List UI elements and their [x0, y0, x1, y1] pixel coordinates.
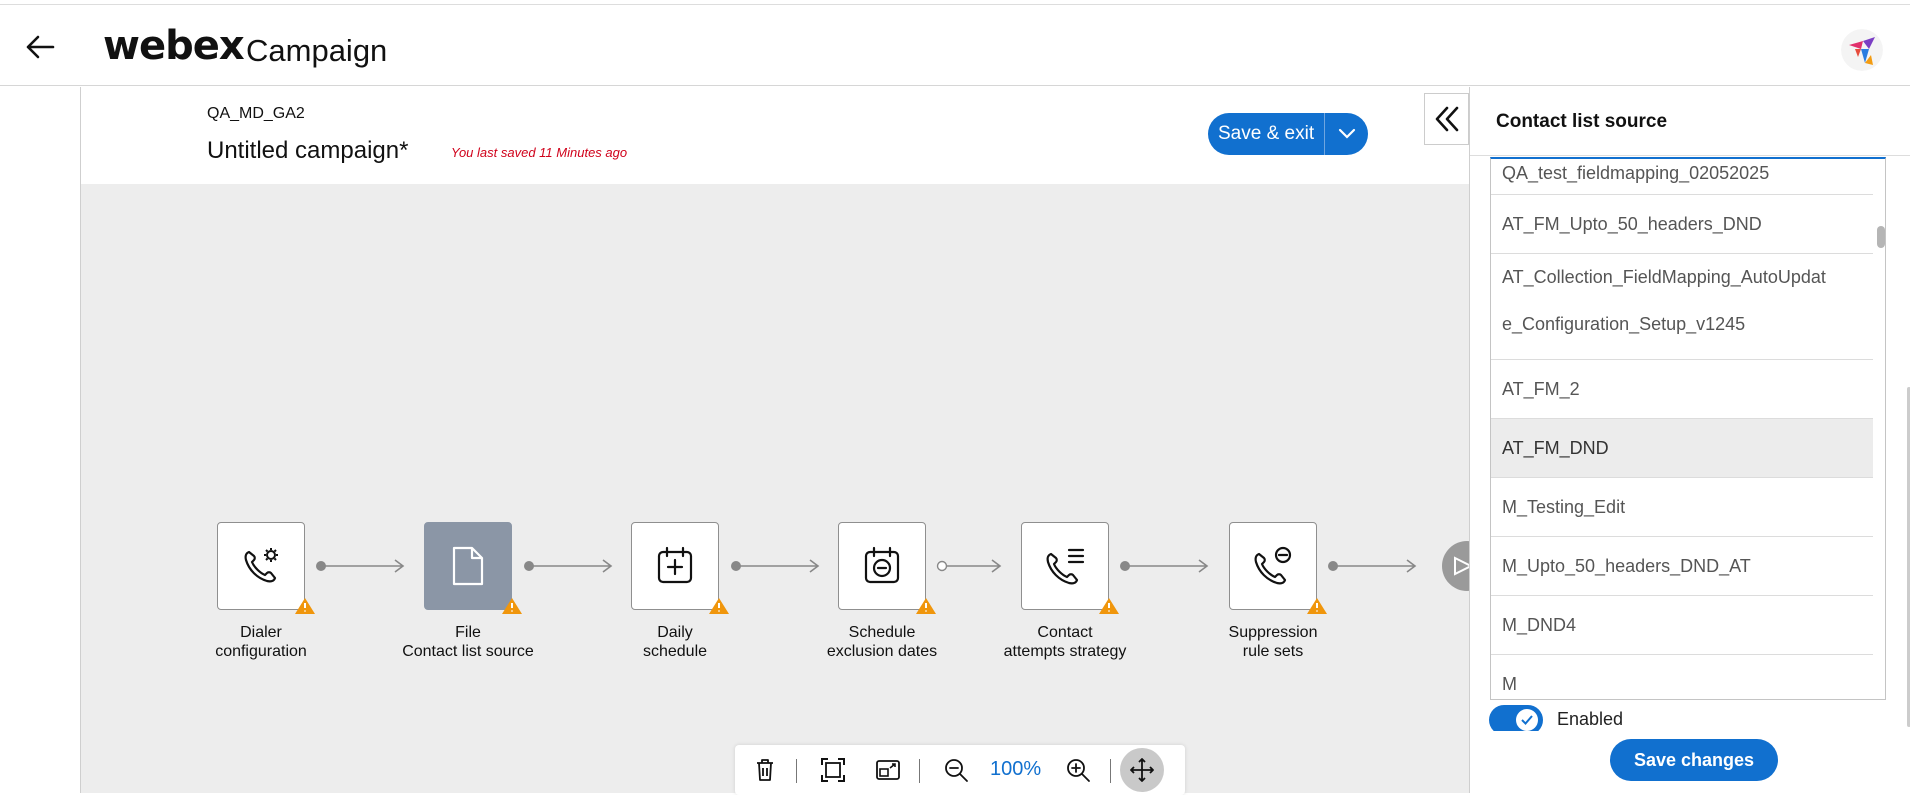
connector-arrow [1120, 559, 1209, 573]
move-icon [1130, 758, 1154, 782]
enabled-toggle[interactable] [1489, 705, 1543, 731]
save-exit-button[interactable]: Save & exit [1208, 113, 1325, 155]
node-daily-schedule[interactable] [631, 522, 729, 614]
check-icon [1521, 715, 1533, 725]
phone-list-icon [1046, 548, 1085, 585]
zoom-out-icon [945, 759, 968, 782]
collapse-panel-button[interactable] [1424, 93, 1469, 145]
node-dialer-configuration[interactable] [217, 522, 315, 614]
calendar-minus-icon [864, 546, 900, 584]
toolbar-divider [796, 759, 797, 783]
node-label: Suppression rule sets [1228, 624, 1318, 660]
connector-arrow [316, 559, 405, 573]
file-icon [452, 546, 484, 586]
save-changes-button[interactable]: Save changes [1610, 739, 1778, 781]
brand-logo: webex [103, 23, 245, 69]
send-node-icon[interactable] [1441, 540, 1469, 592]
dropdown-option[interactable]: AT_FM_Upto_50_headers_DND [1491, 195, 1873, 254]
node-label: Daily schedule [642, 624, 708, 660]
dropdown-option[interactable]: AT_Collection_FieldMapping_AutoUpdat e_Co… [1491, 254, 1873, 360]
contact-list-dropdown[interactable]: QA_test_fieldmapping_02052025 AT_FM_Upto… [1490, 157, 1886, 700]
minimap-button[interactable] [870, 753, 906, 787]
double-chevron-left-icon [1435, 106, 1458, 132]
calendar-add-icon [657, 546, 693, 584]
chevron-down-icon [1338, 128, 1355, 139]
back-arrow-icon[interactable] [20, 27, 60, 67]
node-schedule-exclusion-dates[interactable] [838, 522, 936, 614]
divider [1470, 155, 1910, 156]
campaign-header: QA_MD_GA2 Untitled campaign* You last sa… [81, 87, 1469, 184]
toolbar-divider [1110, 759, 1111, 783]
fit-view-button[interactable] [815, 753, 851, 787]
enabled-toggle-row: Enabled [1489, 705, 1789, 731]
saved-status: You last saved 11 Minutes ago [451, 145, 628, 160]
node-label: Dialer configuration [215, 624, 307, 660]
dropdown-scroll-thumb[interactable] [1877, 226, 1885, 248]
dropdown-option[interactable]: M [1491, 655, 1873, 699]
flow-canvas[interactable]: Dialer configuration File Contact list sou… [81, 184, 1469, 793]
dropdown-option[interactable]: M_Testing_Edit [1491, 478, 1873, 537]
delete-button[interactable] [747, 753, 783, 787]
pan-button[interactable] [1120, 748, 1164, 792]
save-options-dropdown[interactable] [1324, 113, 1369, 155]
toggle-knob [1516, 709, 1538, 731]
connector-arrow [731, 559, 820, 573]
toolbar-divider [919, 759, 920, 783]
dropdown-option[interactable]: M_DND4 [1491, 596, 1873, 655]
zoom-level: 100% [990, 758, 1042, 780]
node-label: Schedule exclusion dates [826, 624, 938, 660]
panel-title: Contact list source [1496, 111, 1668, 132]
parent-name: QA_MD_GA2 [207, 105, 305, 122]
node-file-contact-list-source[interactable] [424, 522, 522, 614]
warning-icon [295, 598, 315, 614]
connector-arrow [524, 559, 613, 573]
product-name: Campaign [246, 33, 388, 68]
campaign-title[interactable]: Untitled campaign* [207, 137, 408, 165]
node-suppression-rule-sets[interactable] [1229, 522, 1327, 614]
warning-icon [1099, 598, 1119, 614]
warning-icon [1307, 598, 1327, 614]
node-label: Contact attempts strategy [1003, 624, 1127, 660]
dropdown-option-selected[interactable]: AT_FM_DND [1491, 419, 1873, 478]
node-label: File Contact list source [402, 624, 534, 660]
connector-arrow [936, 559, 1002, 573]
toggle-label: Enabled [1557, 709, 1624, 729]
zoom-out-button[interactable] [938, 753, 974, 787]
zoom-in-button[interactable] [1060, 753, 1096, 787]
warning-icon [502, 598, 522, 614]
left-rail [0, 87, 81, 793]
warning-icon [709, 598, 729, 614]
phone-block-icon [1254, 546, 1292, 585]
warning-icon [916, 598, 936, 614]
connector-arrow [1328, 559, 1417, 573]
dropdown-option[interactable]: QA_test_fieldmapping_02052025 [1491, 159, 1873, 195]
fit-screen-icon [821, 758, 845, 782]
canvas-toolbar: 100% [735, 745, 1185, 795]
phone-settings-icon [244, 548, 278, 583]
dropdown-scrollbar[interactable] [1874, 159, 1885, 699]
dropdown-option[interactable]: AT_FM_2 [1491, 360, 1873, 419]
trash-icon [757, 759, 773, 781]
top-bar: webex Campaign [0, 4, 1910, 86]
minimap-icon [876, 760, 900, 780]
avatar[interactable] [1841, 29, 1883, 71]
dropdown-option[interactable]: M_Upto_50_headers_DND_AT [1491, 537, 1873, 596]
node-contact-attempts-strategy[interactable] [1021, 522, 1119, 614]
save-button-group: Save & exit [1208, 113, 1369, 155]
zoom-in-icon [1067, 759, 1090, 782]
